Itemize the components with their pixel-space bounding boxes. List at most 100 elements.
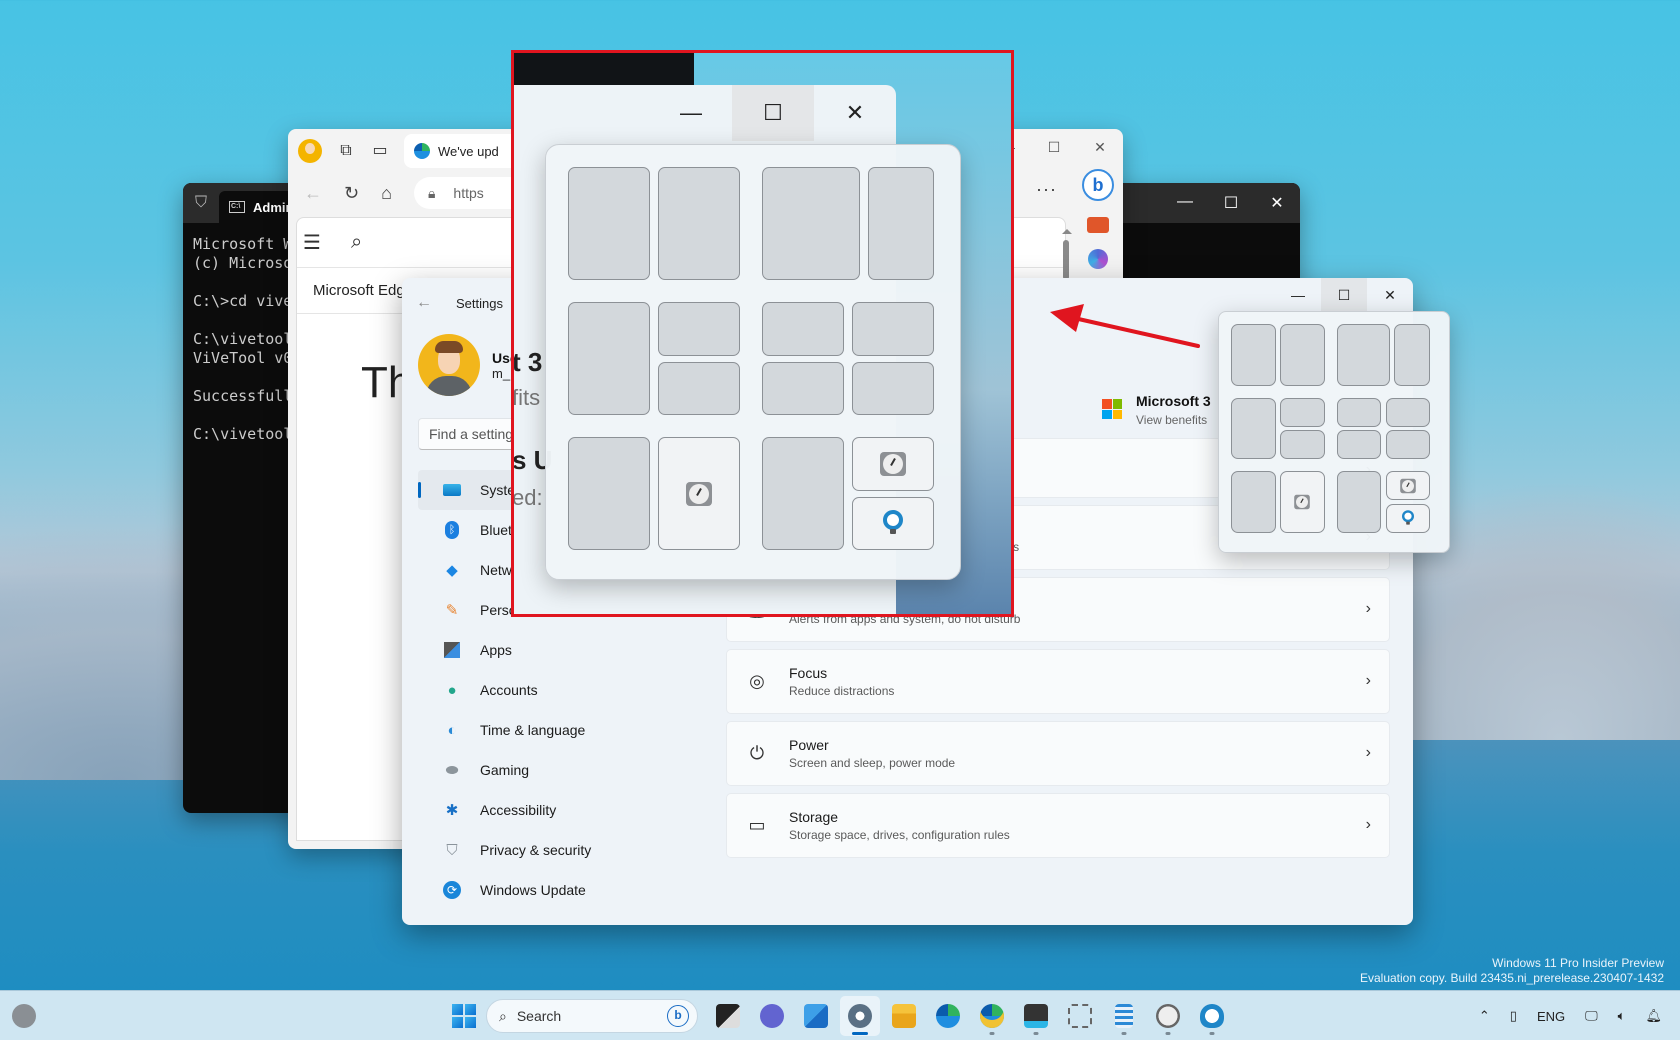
taskbar-app-snipping-tool[interactable] (1060, 996, 1100, 1036)
snap-zone[interactable] (1280, 429, 1325, 460)
snap-zone[interactable] (868, 167, 934, 280)
snap-zone[interactable] (1280, 471, 1325, 533)
taskbar-app-file-explorer[interactable] (884, 996, 924, 1036)
show-hidden-icons-chevron-icon[interactable]: ⌃ (1479, 1008, 1490, 1024)
sidebar-item-accessibility[interactable]: ✱ Accessibility (418, 790, 688, 830)
zoomed-close-button[interactable]: ✕ (814, 85, 896, 141)
snap-zone[interactable] (1385, 429, 1431, 460)
snap-zone[interactable] (1230, 323, 1276, 386)
taskbar-app-edge-canary[interactable] (972, 996, 1012, 1036)
profile-avatar[interactable] (298, 139, 322, 163)
zoomed-maximize-button[interactable]: ☐ (732, 85, 814, 141)
snap-zone[interactable] (852, 302, 934, 356)
snap-zone[interactable] (762, 361, 844, 415)
back-icon[interactable]: ← (304, 183, 322, 204)
taskbar-app-task-view[interactable] (708, 996, 748, 1036)
more-menu-button[interactable]: ··· (1036, 179, 1057, 200)
settings-tile-focus[interactable]: ◎ Focus Reduce distractions › (726, 649, 1390, 714)
accessibility-icon: ✱ (445, 802, 459, 819)
snap-zone[interactable] (1385, 471, 1431, 501)
settings-minimize-button[interactable]: — (1275, 278, 1321, 312)
bing-icon[interactable]: b (667, 1005, 689, 1027)
zoomed-snap-layouts-flyout[interactable] (545, 144, 961, 580)
snap-layout-main-stack-filled (762, 437, 934, 550)
snap-zone[interactable] (658, 302, 740, 356)
workspaces-icon[interactable]: ⧉ (336, 141, 356, 161)
snap-zone[interactable] (1230, 397, 1276, 460)
snap-layouts-flyout[interactable] (1218, 311, 1450, 553)
snap-zone[interactable] (1394, 323, 1431, 386)
taskbar-app-notepad[interactable] (1104, 996, 1144, 1036)
language-indicator[interactable]: ENG (1537, 1009, 1565, 1024)
snap-layout-halves-filled (568, 437, 740, 550)
snap-zone[interactable] (762, 167, 860, 280)
bing-chat-icon[interactable]: b (1082, 169, 1114, 201)
snap-zone[interactable] (852, 437, 934, 491)
snap-zone[interactable] (658, 361, 740, 415)
microsoft365-icon[interactable] (1088, 249, 1108, 269)
snap-zone[interactable] (658, 167, 740, 280)
snap-zone[interactable] (1385, 503, 1431, 533)
snap-zone[interactable] (1336, 429, 1382, 460)
notifications-dnd-icon[interactable]: 🔔︎ (1645, 1008, 1662, 1024)
browser-tab-title: We've upd (438, 143, 499, 159)
snap-zone[interactable] (1336, 471, 1382, 533)
vertical-tabs-icon[interactable]: ▭ (370, 141, 390, 161)
microsoft365-promo[interactable]: Microsoft 3 View benefits (1102, 393, 1213, 427)
terminal-minimize-button[interactable]: — (1162, 193, 1208, 213)
edge-close-button[interactable]: ✕ (1077, 129, 1123, 165)
volume-icon[interactable]: 🔈︎ (1618, 1008, 1626, 1024)
taskbar-app-terminal[interactable] (1016, 996, 1056, 1036)
usb-device-icon[interactable]: ▯ (1510, 1008, 1517, 1024)
sidebar-item-apps[interactable]: Apps (418, 630, 688, 670)
sidebar-item-time-language[interactable]: ◐ Time & language (418, 710, 688, 750)
running-indicator (1033, 1032, 1039, 1035)
settings-close-button[interactable]: ✕ (1367, 278, 1413, 312)
snap-zone[interactable] (762, 302, 844, 356)
taskbar-app-teams-chat[interactable] (752, 996, 792, 1036)
sidebar-item-gaming[interactable]: ⬬ Gaming (418, 750, 688, 790)
snap-zone[interactable] (1280, 397, 1325, 427)
hamburger-menu-icon[interactable]: ☰ (303, 230, 321, 255)
sidebar-item-accounts[interactable]: ● Accounts (418, 670, 688, 710)
settings-tile-storage[interactable]: ▭ Storage Storage space, drives, configura… (726, 793, 1390, 858)
start-button[interactable] (452, 1004, 476, 1028)
snap-zone[interactable] (762, 437, 844, 550)
snap-layout-quadrants (762, 302, 934, 415)
tools-icon[interactable] (1087, 217, 1109, 233)
sidebar-item-windows-update[interactable]: ⟳ Windows Update (418, 870, 688, 910)
refresh-icon[interactable]: ↻ (344, 183, 359, 204)
terminal-close-button[interactable]: ✕ (1254, 193, 1300, 213)
edge-maximize-button[interactable]: ☐ (1031, 129, 1077, 165)
weather-widget-icon[interactable] (12, 1004, 36, 1028)
network-icon[interactable]: 🖵︎ (1585, 1008, 1598, 1024)
snap-zone[interactable] (658, 437, 740, 550)
zoomed-minimize-button[interactable]: — (650, 85, 732, 141)
taskbar-app-clock[interactable] (1148, 996, 1188, 1036)
home-icon[interactable]: ⌂ (381, 183, 392, 204)
snap-zone[interactable] (568, 302, 650, 415)
taskbar-app-edge[interactable] (928, 996, 968, 1036)
snap-zone[interactable] (1230, 471, 1276, 533)
terminal-maximize-button[interactable]: ☐ (1208, 193, 1254, 213)
snap-zone[interactable] (1280, 323, 1325, 386)
snap-zone[interactable] (568, 167, 650, 280)
snap-zone[interactable] (1336, 397, 1382, 427)
snap-zone[interactable] (852, 361, 934, 415)
search-icon[interactable]: ⌕ (351, 231, 362, 254)
taskbar-app-tips[interactable] (1192, 996, 1232, 1036)
snap-zone[interactable] (852, 496, 934, 550)
user-profile[interactable]: Use m_ (418, 334, 518, 396)
address-text: https (453, 185, 484, 201)
snap-zone[interactable] (1385, 397, 1431, 427)
taskbar-search[interactable]: ⌕ Search b (486, 999, 698, 1033)
snap-zone[interactable] (1336, 323, 1391, 386)
taskbar-app-settings[interactable] (840, 996, 880, 1036)
tile-subtitle: Screen and sleep, power mode (789, 756, 956, 770)
settings-maximize-button[interactable]: ☐ (1321, 278, 1367, 312)
settings-tile-power[interactable]: ⏻ Power Screen and sleep, power mode › (726, 721, 1390, 786)
back-button[interactable]: ← (416, 294, 432, 312)
sidebar-item-privacy-security[interactable]: ⛉ Privacy & security (418, 830, 688, 870)
snap-zone[interactable] (568, 437, 650, 550)
taskbar-app-teams[interactable] (796, 996, 836, 1036)
